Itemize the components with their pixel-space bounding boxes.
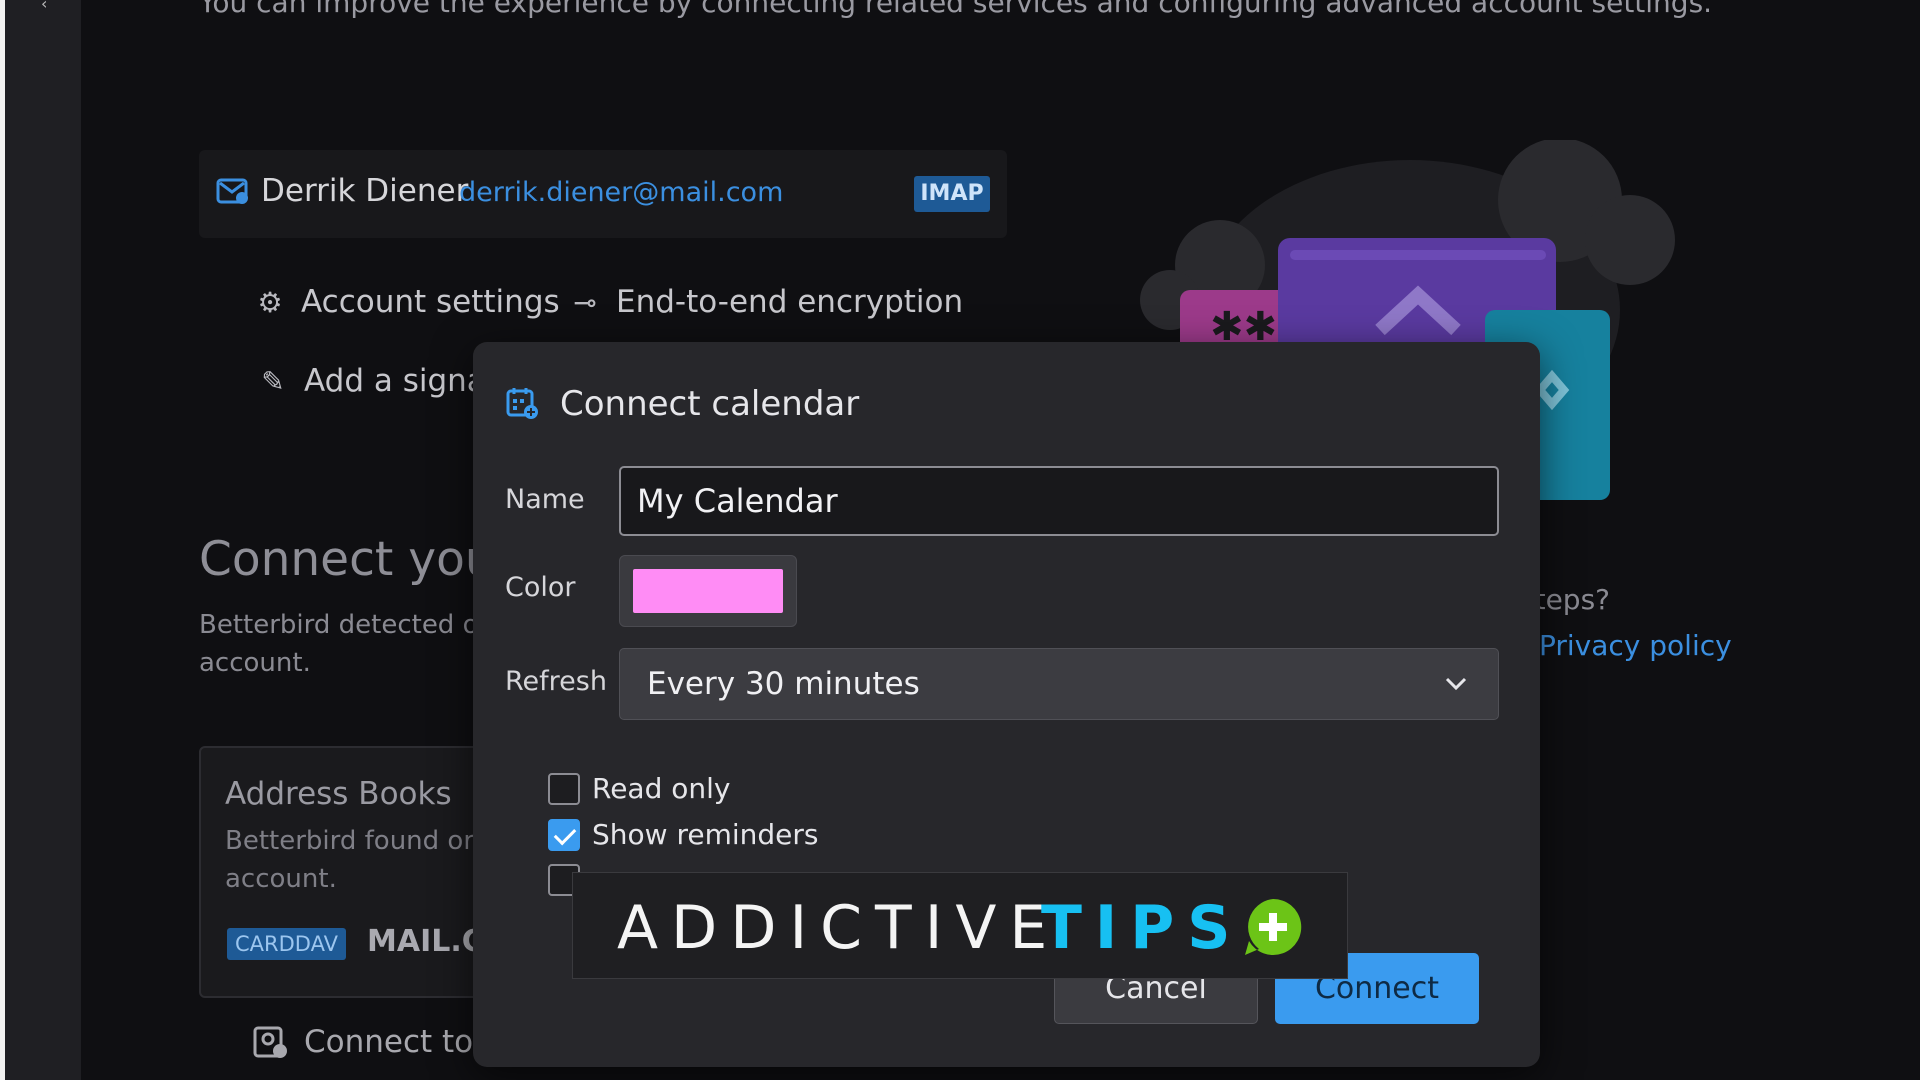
plus-badge-icon xyxy=(1245,898,1302,955)
left-sidebar-rail: ‹ xyxy=(5,0,81,1080)
address-books-description: Betterbird found or account. xyxy=(225,826,475,894)
read-only-option[interactable]: Read only xyxy=(548,772,730,805)
carddav-badge: CARDDAV xyxy=(227,928,346,960)
address-book-add-icon xyxy=(253,1026,287,1058)
dialog-title: Connect calendar xyxy=(560,384,860,424)
chevron-down-icon xyxy=(1445,677,1467,691)
calendar-name-input[interactable]: My Calendar xyxy=(619,466,1499,536)
refresh-label: Refresh xyxy=(505,666,607,697)
connect-section-description: Betterbird detected o account. xyxy=(199,610,479,678)
show-reminders-option[interactable]: Show reminders xyxy=(548,818,818,851)
end-to-end-encryption-link[interactable]: ⊸ End-to-end encryption xyxy=(568,284,963,320)
show-reminders-checkbox[interactable] xyxy=(548,818,580,851)
address-books-title: Address Books xyxy=(225,776,452,812)
key-icon: ⊸ xyxy=(573,285,597,319)
address-book-server: MAIL.C xyxy=(367,924,484,959)
encryption-label: End-to-end encryption xyxy=(616,284,964,320)
color-label: Color xyxy=(505,572,576,603)
read-only-label: Read only xyxy=(592,772,731,805)
gear-icon: ⚙ xyxy=(257,285,283,319)
signature-label: Add a signa xyxy=(304,363,486,399)
protocol-badge: IMAP xyxy=(914,176,990,212)
watermark-word-addictive: ADDICTIVE xyxy=(617,893,1061,963)
color-picker-button[interactable] xyxy=(619,555,797,627)
privacy-policy-link[interactable]: Privacy policy xyxy=(1539,629,1732,662)
account-settings-label: Account settings xyxy=(301,284,560,320)
account-settings-link[interactable]: ⚙ Account settings xyxy=(253,284,560,320)
mail-account-icon xyxy=(216,178,248,204)
name-label: Name xyxy=(505,484,585,515)
account-card: Derrik Diener derrik.diener@mail.com IMA… xyxy=(199,150,1007,238)
intro-text: You can improve the experience by connec… xyxy=(199,0,1713,19)
chevron-left-icon[interactable]: ‹ xyxy=(41,0,47,13)
add-signature-link[interactable]: ✎ Add a signa xyxy=(256,363,486,399)
refresh-selected-value: Every 30 minutes xyxy=(647,666,920,702)
color-swatch xyxy=(633,569,783,613)
connect-other-link[interactable]: Connect to a xyxy=(252,1024,502,1060)
account-email: derrik.diener@mail.com xyxy=(459,177,784,208)
calendar-add-icon xyxy=(506,388,538,419)
connect-section-heading: Connect your xyxy=(199,532,514,587)
read-only-checkbox[interactable] xyxy=(548,772,580,805)
show-reminders-label: Show reminders xyxy=(592,818,819,851)
watermark-word-tips: TIPS xyxy=(1041,893,1244,963)
refresh-interval-select[interactable]: Every 30 minutes xyxy=(619,648,1499,720)
pencil-icon: ✎ xyxy=(261,364,285,398)
address-books-card: Address Books Betterbird found or accoun… xyxy=(199,746,499,998)
watermark-logo: ADDICTIVE TIPS xyxy=(572,872,1348,979)
account-name: Derrik Diener xyxy=(261,173,469,209)
